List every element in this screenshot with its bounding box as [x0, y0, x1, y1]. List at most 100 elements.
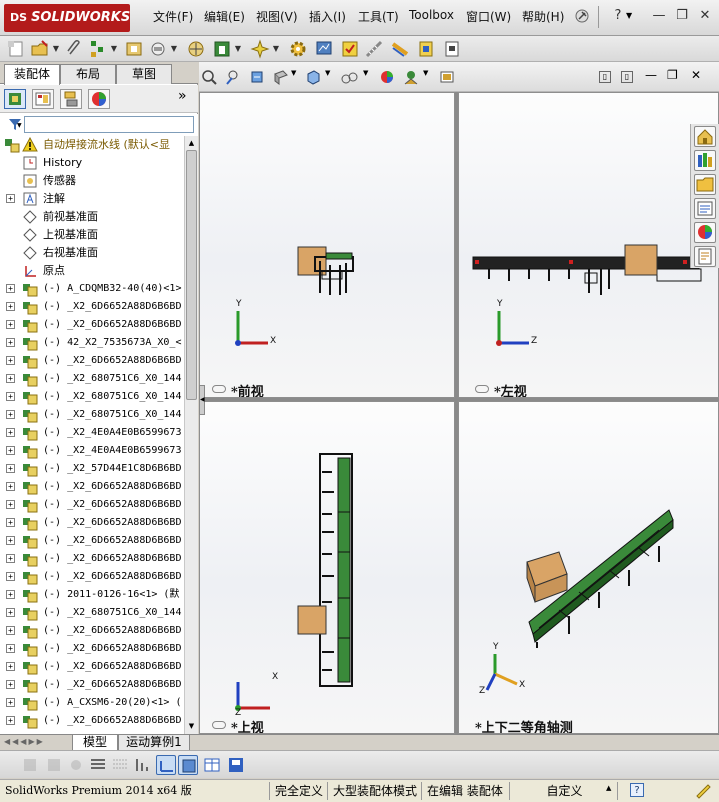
tree-dropdown-icon[interactable]: ▼ [110, 39, 118, 59]
tree-item[interactable]: 前视基准面 [0, 208, 184, 226]
viewport-close-icon[interactable]: ✕ [691, 68, 701, 82]
save-icon[interactable] [44, 755, 64, 775]
viewport-restore-icon[interactable]: ❐ [667, 68, 678, 82]
measure-icon[interactable] [364, 39, 384, 59]
expand-toggle-icon[interactable]: + [6, 392, 15, 401]
new-document-icon[interactable] [6, 39, 26, 59]
scrollbar-thumb[interactable] [186, 150, 197, 400]
assembly-tree-icon[interactable] [88, 39, 108, 59]
explode-view-icon[interactable] [250, 39, 270, 59]
scene-icon[interactable] [403, 69, 419, 85]
open-file-icon[interactable] [30, 39, 50, 59]
tree-item[interactable]: 原点 [0, 262, 184, 280]
menu-view[interactable]: 视图(V) [256, 8, 298, 25]
help-button[interactable]: ? [610, 8, 626, 24]
tree-item[interactable]: + (-) _X2_680751C6_X0_144 [0, 406, 184, 424]
scroll-up-icon[interactable]: ▲ [186, 137, 197, 149]
help-dropdown-icon[interactable]: ▼ [626, 8, 636, 24]
menu-tools[interactable]: 工具(T) [358, 8, 399, 25]
section-view-icon[interactable] [273, 69, 289, 85]
tree-item[interactable]: + (-) _X2_6D6652A88D6B6BD [0, 676, 184, 694]
filter-input[interactable] [24, 116, 194, 133]
solidworks-logo[interactable]: DS SOLIDWORKS [4, 4, 130, 32]
section-dropdown-icon[interactable]: ▼ [291, 69, 296, 77]
menu-toolbox[interactable]: Toolbox [409, 8, 454, 22]
configuration-manager-icon[interactable] [60, 89, 82, 109]
view-orientation-icon[interactable] [305, 69, 321, 85]
rebuild-icon[interactable] [20, 755, 40, 775]
zoom-area-icon[interactable] [225, 69, 241, 85]
filter-dropdown-icon[interactable]: ▼ [17, 122, 22, 129]
tree-item[interactable]: + (-) _X2_680751C6_X0_144 [0, 388, 184, 406]
expand-toggle-icon[interactable]: + [6, 446, 15, 455]
save-view-icon[interactable] [226, 755, 246, 775]
viewport-top[interactable]: X Z *上视 [199, 401, 455, 734]
custom-properties-icon[interactable] [694, 246, 716, 267]
viewport-minimize-icon[interactable]: — [645, 68, 657, 82]
tree-item[interactable]: + (-) _X2_6D6652A88D6B6BD [0, 658, 184, 676]
close-button[interactable]: ✕ [697, 8, 713, 24]
tree-item[interactable]: + (-) _X2_4E0A4E0B6599673 [0, 442, 184, 460]
tree-item[interactable]: + (-) _X2_6D6652A88D6B6BD [0, 514, 184, 532]
tree-item[interactable]: + (-) _X2_6D6652A88D6B6BD [0, 532, 184, 550]
panel-expand-chevron[interactable]: » [178, 88, 187, 104]
tab-assembly[interactable]: 装配体 [4, 64, 60, 85]
units-dropdown-icon[interactable]: ▲ [606, 784, 611, 792]
tree-item[interactable]: History [0, 154, 184, 172]
tree-item[interactable]: + (-) _X2_57D44E1C8D6B6BD [0, 460, 184, 478]
document-properties-icon[interactable] [442, 39, 462, 59]
expand-toggle-icon[interactable]: + [6, 554, 15, 563]
view-palette-icon[interactable] [694, 198, 716, 219]
expand-toggle-icon[interactable]: + [6, 302, 15, 311]
view-settings-icon[interactable] [439, 69, 455, 85]
tree-item[interactable]: + (-) _X2_6D6652A88D6B6BD [0, 550, 184, 568]
expand-toggle-icon[interactable]: + [6, 590, 15, 599]
orientation-dropdown-icon[interactable]: ▼ [325, 69, 330, 77]
tab-model[interactable]: 模型 [72, 735, 118, 751]
viewport-link-toggle-icon[interactable] [475, 385, 489, 393]
expand-toggle-icon[interactable]: + [6, 572, 15, 581]
mate-dropdown-icon[interactable]: ▼ [170, 39, 178, 59]
tree-item[interactable]: + (-) _X2_6D6652A88D6B6BD [0, 298, 184, 316]
tree-item[interactable]: + (-) _X2_4E0A4E0B6599673 [0, 424, 184, 442]
options-gear-icon[interactable] [288, 39, 308, 59]
appearance-icon[interactable] [379, 69, 395, 85]
expand-toggle-icon[interactable]: + [6, 644, 15, 653]
mass-properties-icon[interactable] [416, 39, 436, 59]
tree-item[interactable]: 传感器 [0, 172, 184, 190]
feature-manager-icon[interactable] [4, 89, 26, 109]
display-manager-icon[interactable] [88, 89, 110, 109]
rebuild-status-icon[interactable] [694, 782, 712, 800]
viewport-link-toggle-icon[interactable] [212, 385, 226, 393]
expand-toggle-icon[interactable]: + [6, 500, 15, 509]
tab-scroll-arrows[interactable]: ◀◀◀▶▶ [4, 737, 68, 749]
tree-item[interactable]: + (-) 42_X2_7535673A_X0_< [0, 334, 184, 352]
expand-toggle-icon[interactable]: + [6, 680, 15, 689]
home-icon[interactable] [694, 126, 716, 147]
expand-toggle-icon[interactable]: + [6, 698, 15, 707]
expand-toggle-icon[interactable]: + [6, 284, 15, 293]
tab-sketch[interactable]: 草图 [116, 64, 172, 84]
table-view-icon[interactable] [202, 755, 222, 775]
viewport-split-icon[interactable]: ▯ [621, 71, 633, 83]
fasteners-dropdown-icon[interactable]: ▼ [234, 39, 242, 59]
view-box-icon[interactable] [178, 755, 198, 775]
evaluate-icon[interactable] [314, 39, 334, 59]
viewport-isometric[interactable]: Y X Z *上下二等角轴测 [458, 401, 719, 734]
tree-scrollbar[interactable]: ▲ ▼ [184, 136, 198, 734]
tree-item[interactable]: + (-) A_CDQMB32-40(40)<1> [0, 280, 184, 298]
mate-icon[interactable] [148, 39, 168, 59]
tree-item[interactable]: 右视基准面 [0, 244, 184, 262]
smart-fasteners-icon[interactable] [212, 39, 232, 59]
link-icon[interactable] [66, 755, 86, 775]
design-library-icon[interactable] [694, 150, 716, 171]
tree-item[interactable]: + (-) A_CXSM6-20(20)<1> ( [0, 694, 184, 712]
status-help-button[interactable]: ? [630, 783, 644, 797]
tree-item[interactable]: + 注解 [0, 190, 184, 208]
move-component-icon[interactable] [186, 39, 206, 59]
previous-view-icon[interactable] [249, 69, 265, 85]
open-dropdown-icon[interactable]: ▼ [52, 39, 60, 59]
expand-toggle-icon[interactable]: + [6, 536, 15, 545]
units-selector[interactable]: 自定义 [512, 782, 618, 800]
minimize-button[interactable]: — [651, 8, 667, 24]
